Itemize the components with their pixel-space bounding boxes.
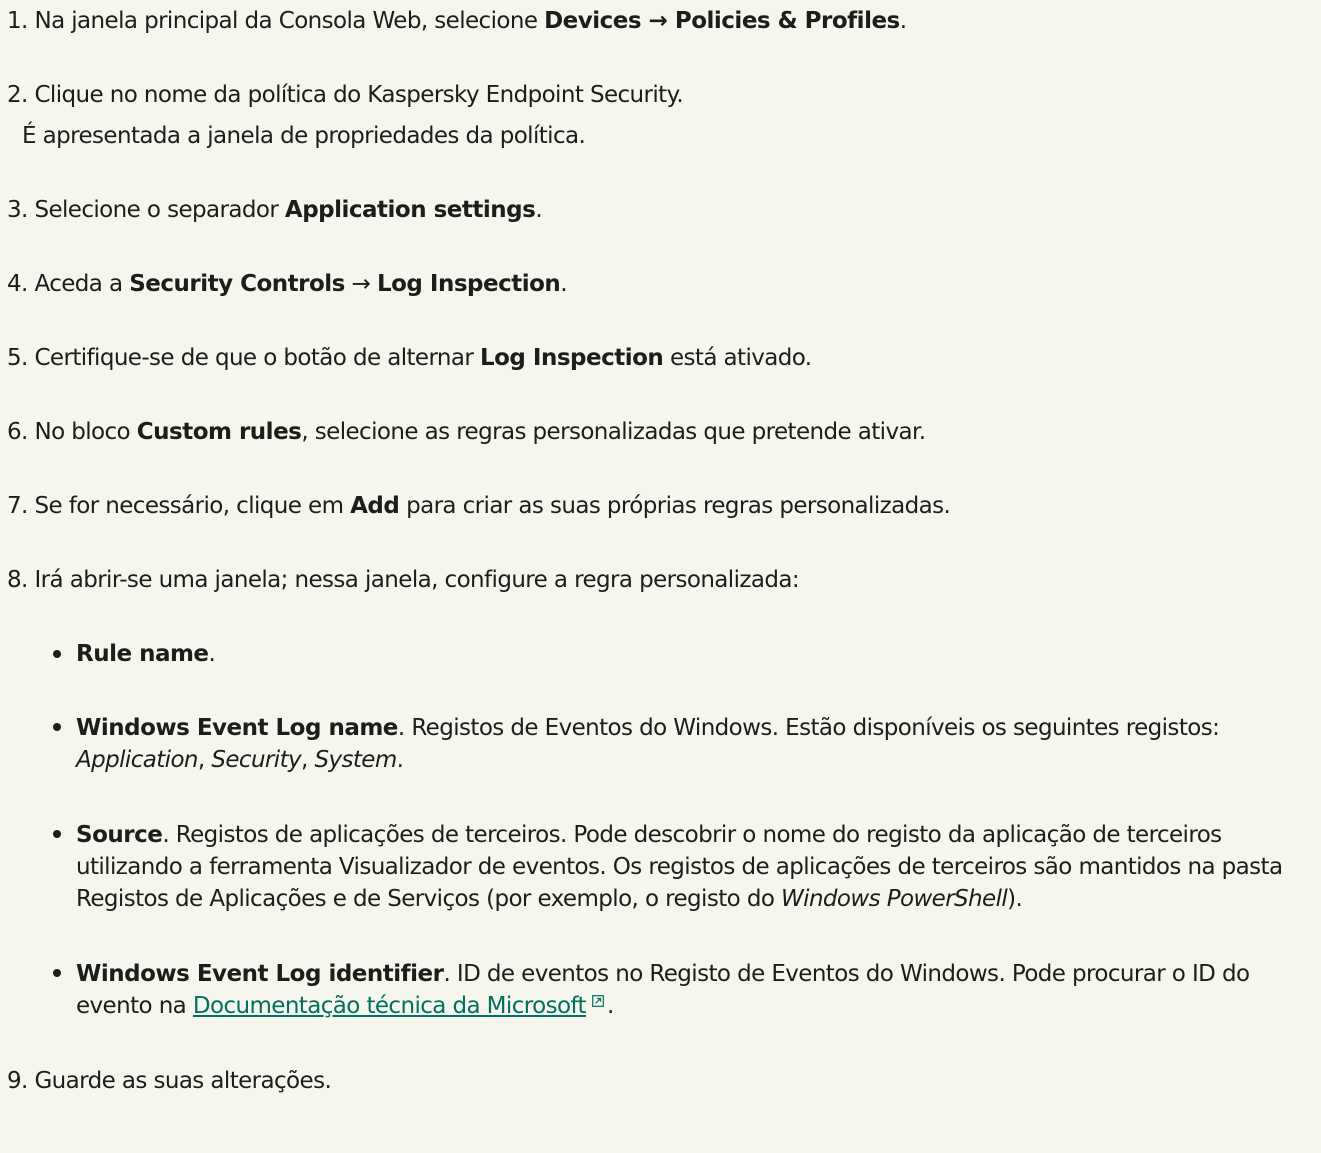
text-run: , selecione as regras personalizadas que… <box>301 419 926 445</box>
step-7: 7. Se for necessário, clique em Add para… <box>7 491 1317 521</box>
step-1: 1. Na janela principal da Consola Web, s… <box>7 6 1317 36</box>
ui-term: Log Inspection <box>376 271 561 297</box>
step-number: 7. <box>7 493 28 519</box>
list-item: Windows Event Log identifier. ID de even… <box>7 958 1317 1022</box>
ui-term: Log Inspection <box>479 345 664 371</box>
text-run: Na janela principal da Consola Web, sele… <box>27 8 545 34</box>
text-run: . <box>560 271 567 297</box>
text-run: → <box>344 271 377 297</box>
text-run: . Registos de aplicações de terceiros. P… <box>76 822 1283 912</box>
ui-term: Rule name <box>76 641 209 667</box>
microsoft-docs-link[interactable]: Documentação técnica da Microsoft <box>192 993 587 1019</box>
list-item-text: Windows Event Log name. Registos de Even… <box>76 715 1220 773</box>
rule-fields-list: Rule name. Windows Event Log name. Regist… <box>7 639 1317 1022</box>
step-number: 3. <box>7 197 28 223</box>
list-item-text: Windows Event Log identifier. ID de even… <box>76 961 1250 1019</box>
text-run: Guarde as suas alterações. <box>27 1068 332 1094</box>
step-2: 2. Clique no nome da política do Kaspers… <box>7 80 1317 151</box>
text-run: Irá abrir-se uma janela; nessa janela, c… <box>27 567 799 593</box>
text-run: ). <box>1007 886 1023 912</box>
step-5: 5. Certifique-se de que o botão de alter… <box>7 343 1317 373</box>
step-number: 5. <box>7 345 28 371</box>
text-run: No bloco <box>27 419 137 445</box>
text-run: . <box>899 8 907 34</box>
step-text: No bloco Custom rules, selecione as regr… <box>28 419 926 445</box>
step-number: 4. <box>7 271 28 297</box>
step-number: 8. <box>7 567 28 593</box>
step-9: 9. Guarde as suas alterações. <box>7 1066 1317 1096</box>
step-text: Clique no nome da política do Kaspersky … <box>28 82 683 108</box>
ui-term: Add <box>350 493 400 519</box>
text-run: . <box>396 747 404 773</box>
text-run: Clique no nome da política do Kaspersky … <box>27 82 684 108</box>
text-run: Selecione o separador <box>27 197 285 223</box>
ui-term: Devices → Policies & Profiles <box>544 8 900 34</box>
ui-term: Application settings <box>284 197 536 223</box>
text-run: , <box>301 747 315 773</box>
ui-term: Custom rules <box>136 419 302 445</box>
list-item-text: Rule name. <box>76 641 216 667</box>
text-run: , <box>197 747 212 773</box>
list-item: Rule name. <box>7 639 1317 669</box>
step-text: Selecione o separador Application settin… <box>28 197 542 223</box>
ui-term: Security Controls <box>129 271 345 297</box>
step-number: 2. <box>7 82 28 108</box>
instruction-steps: 1. Na janela principal da Consola Web, s… <box>7 6 1317 1096</box>
text-run: . <box>208 641 216 667</box>
text-run: para criar as suas próprias regras perso… <box>399 493 951 519</box>
text-run: Se for necessário, clique em <box>27 493 351 519</box>
step-8: 8. Irá abrir-se uma janela; nessa janela… <box>7 565 1317 1022</box>
step-result: É apresentada a janela de propriedades d… <box>22 123 586 149</box>
italic-term: Security <box>211 747 302 773</box>
step-text: Aceda a Security Controls → Log Inspecti… <box>28 271 567 297</box>
ui-term: Windows Event Log identifier <box>76 961 444 987</box>
text-run: . Registos de Eventos do Windows. Estão … <box>397 715 1220 741</box>
step-text: Na janela principal da Consola Web, sele… <box>28 8 907 34</box>
bullet-icon <box>53 650 61 658</box>
italic-term: System <box>314 747 397 773</box>
step-text: Certifique-se de que o botão de alternar… <box>28 345 812 371</box>
ui-term: Source <box>76 822 163 848</box>
text-run: . <box>535 197 543 223</box>
step-number: 9. <box>7 1068 28 1094</box>
ui-term: Windows Event Log name <box>76 715 398 741</box>
list-item: Windows Event Log name. Registos de Even… <box>7 712 1317 776</box>
step-number: 1. <box>7 8 28 34</box>
text-run: Certifique-se de que o botão de alternar <box>27 345 480 371</box>
step-text: Guarde as suas alterações. <box>28 1068 331 1094</box>
list-item: Source. Registos de aplicações de tercei… <box>7 819 1317 915</box>
text-run: está ativado. <box>663 345 812 371</box>
bullet-icon <box>53 969 61 977</box>
italic-term: Windows PowerShell <box>781 886 1008 912</box>
link-label: Documentação técnica da Microsoft <box>192 993 587 1019</box>
step-6: 6. No bloco Custom rules, selecione as r… <box>7 417 1317 447</box>
bullet-icon <box>53 723 61 731</box>
step-number: 6. <box>7 419 28 445</box>
step-text: Irá abrir-se uma janela; nessa janela, c… <box>28 567 799 593</box>
text-run: Aceda a <box>27 271 130 297</box>
list-item-text: Source. Registos de aplicações de tercei… <box>76 822 1283 912</box>
step-3: 3. Selecione o separador Application set… <box>7 195 1317 225</box>
text-run: . <box>606 993 614 1019</box>
italic-term: Application <box>76 747 199 773</box>
bullet-icon <box>53 830 61 838</box>
step-text: Se for necessário, clique em Add para cr… <box>28 493 950 519</box>
step-4: 4. Aceda a Security Controls → Log Inspe… <box>7 269 1317 299</box>
external-link-icon <box>592 995 604 1007</box>
